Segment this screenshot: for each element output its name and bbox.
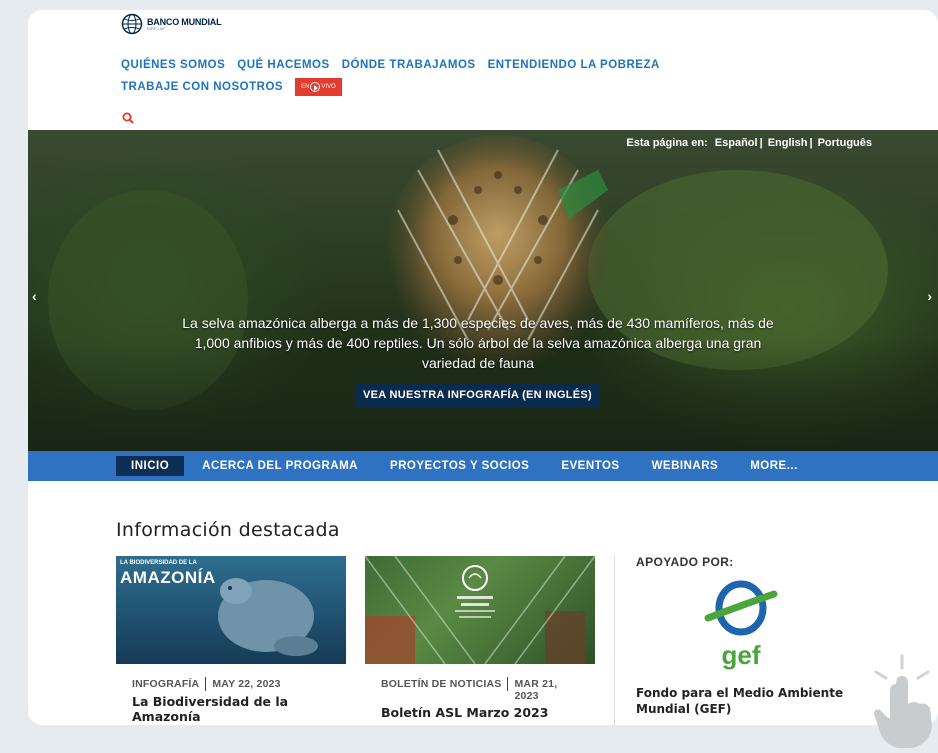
nav-trabaje-con-nosotros[interactable]: TRABAJE CON NOSOTROS [121, 81, 283, 93]
featured-card-newsletter[interactable]: BOLETÍN DE NOTICIAS MAR 21, 2023 Boletín… [365, 556, 595, 720]
search-icon[interactable] [122, 112, 134, 124]
nav-que-hacemos[interactable]: QUÉ HACEMOS [237, 59, 329, 71]
card-image: LA BIODIVERSIDAD DE LA AMAZONÍA [116, 556, 346, 664]
manatee-illustration [218, 578, 318, 656]
hero-carousel: Esta página en: Español | English | Portug… [28, 130, 938, 451]
meta-divider [507, 677, 509, 691]
card-title[interactable]: Boletín ASL Marzo 2023 [365, 705, 595, 720]
tab-webinars[interactable]: WEBINARS [636, 456, 735, 476]
language-es[interactable]: Español [715, 137, 758, 149]
hero-caption: La selva amazónica alberga a más de 1,30… [182, 315, 774, 371]
card-image-pattern [365, 556, 595, 664]
pointer-hand-icon [874, 654, 932, 748]
section-title: Información destacada [116, 519, 340, 541]
tab-eventos[interactable]: EVENTOS [545, 456, 635, 476]
tab-more[interactable]: MORE... [734, 456, 814, 476]
nav-quienes-somos[interactable]: QUIÉNES SOMOS [121, 59, 225, 71]
featured-card-infographic[interactable]: LA BIODIVERSIDAD DE LA AMAZONÍA INFOGRAF… [116, 556, 346, 724]
live-label-post: VIVO [321, 84, 336, 90]
live-button[interactable]: EN VIVO [295, 78, 342, 96]
card-category: INFOGRAFÍA [132, 678, 200, 690]
tab-proyectos-y-socios[interactable]: PROYECTOS Y SOCIOS [374, 456, 545, 476]
logo-sub: BIRF • AIF [147, 25, 166, 31]
card-category: BOLETÍN DE NOTICIAS [381, 678, 502, 690]
carousel-prev-icon[interactable]: ‹ [32, 289, 44, 303]
language-label: Esta página en: [626, 137, 708, 149]
language-switcher: Esta página en: Español | English | Portug… [626, 137, 872, 149]
column-divider [614, 556, 615, 725]
card-image-kicker: LA BIODIVERSIDAD DE LA [120, 560, 197, 566]
support-name[interactable]: Fondo para el Medio Ambiente Mundial (GE… [636, 685, 876, 717]
meta-divider [205, 677, 207, 691]
gef-logo[interactable]: gef [704, 580, 778, 670]
play-icon [310, 82, 321, 92]
card-meta: BOLETÍN DE NOTICIAS MAR 21, 2023 [365, 677, 595, 702]
world-bank-logo[interactable]: BANCO MUNDIAL BIRF • AIF [121, 13, 222, 35]
card-image [365, 556, 595, 664]
language-en[interactable]: English [768, 137, 808, 149]
support-heading: APOYADO POR: [636, 555, 734, 569]
card-meta: INFOGRAFÍA MAY 22, 2023 [116, 677, 346, 691]
card-date: MAR 21, 2023 [514, 678, 558, 702]
browser-page: BANCO MUNDIAL BIRF • AIF QUIÉNES SOMOS Q… [28, 10, 938, 725]
tab-inicio[interactable]: INICIO [116, 456, 185, 476]
live-label-pre: EN [301, 84, 310, 90]
main-navigation: QUIÉNES SOMOS QUÉ HACEMOS DÓNDE TRABAJAM… [121, 55, 721, 97]
card-title[interactable]: La Biodiversidad de la Amazonía [116, 694, 346, 724]
nav-entendiendo-la-pobreza[interactable]: ENTENDIENDO LA POBREZA [488, 59, 660, 71]
language-pt[interactable]: Português [818, 137, 872, 149]
carousel-next-icon[interactable]: › [920, 289, 932, 303]
nav-donde-trabajamos[interactable]: DÓNDE TRABAJAMOS [342, 59, 476, 71]
tab-acerca-del-programa[interactable]: ACERCA DEL PROGRAMA [186, 456, 374, 476]
card-date: MAY 22, 2023 [212, 678, 281, 690]
program-navigation: INICIO ACERCA DEL PROGRAMA PROYECTOS Y S… [28, 451, 938, 481]
infographic-button[interactable]: VEA NUESTRA INFOGRAFÍA (EN INGLÉS) [355, 383, 600, 408]
gef-logo-text: gef [722, 640, 761, 670]
globe-icon [121, 13, 143, 35]
